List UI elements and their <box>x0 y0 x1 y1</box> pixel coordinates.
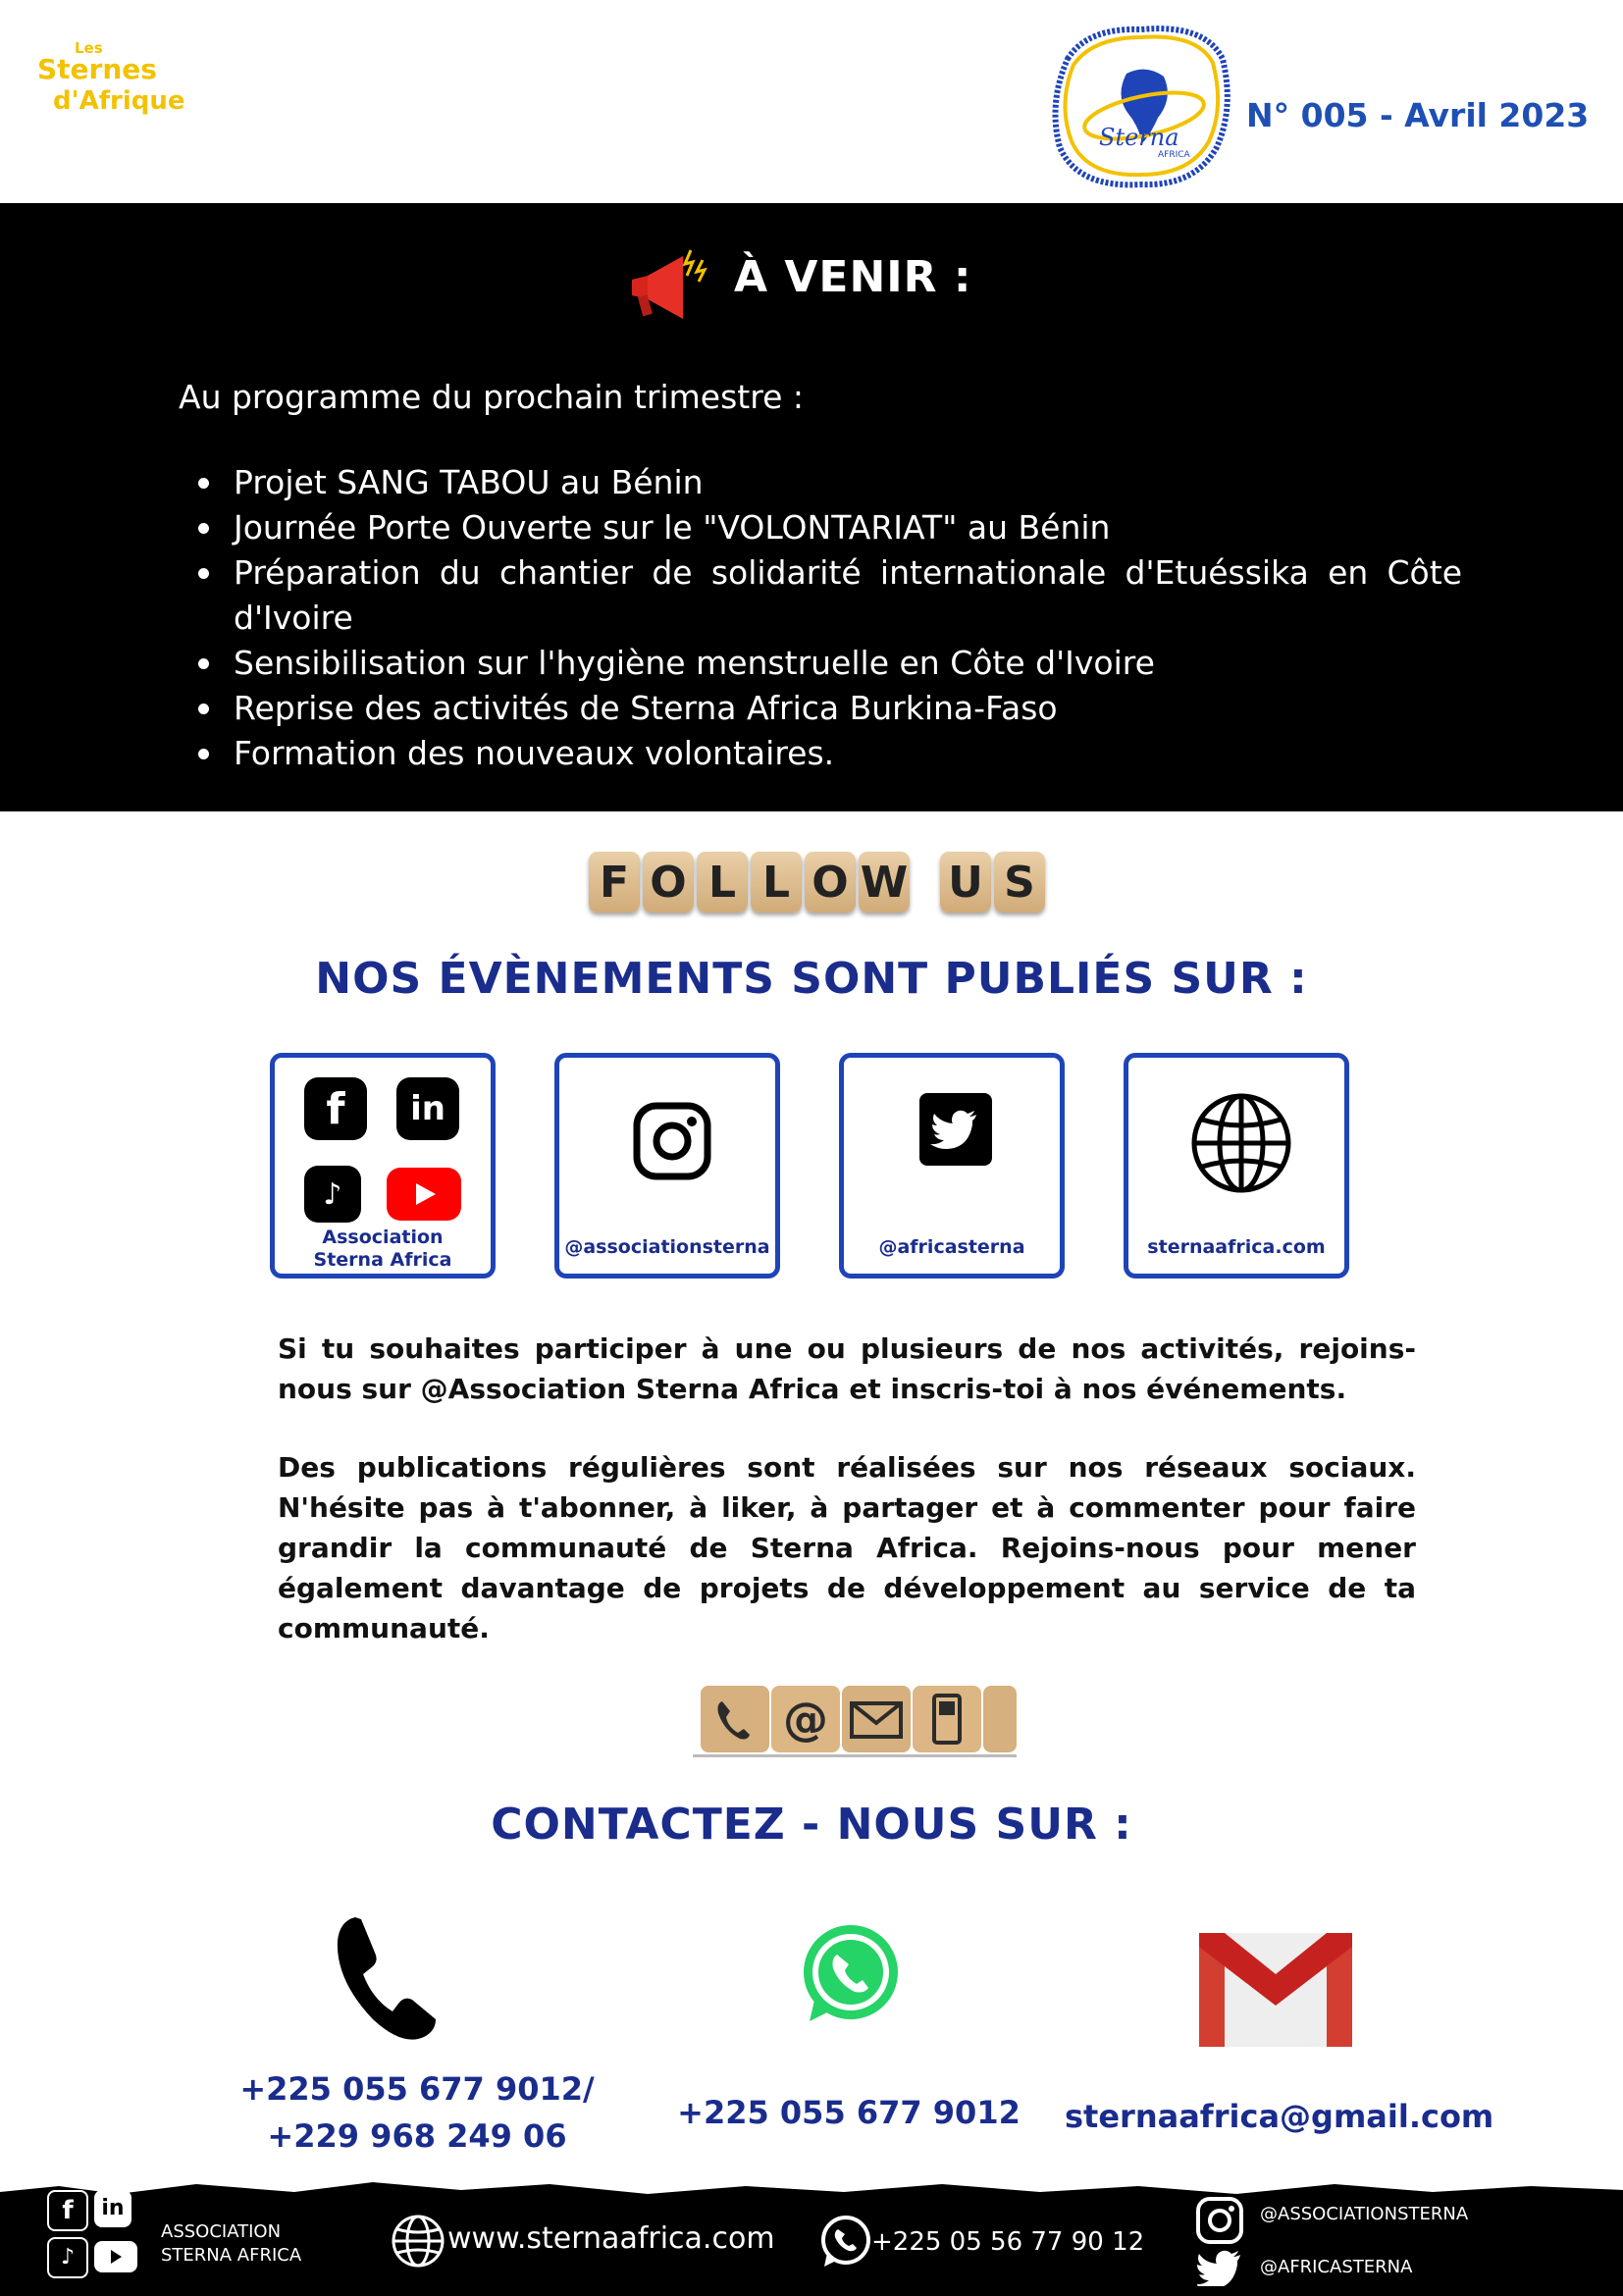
tiktok-icon[interactable]: ♪ <box>304 1166 361 1223</box>
paragraph-publications: Des publications régulières sont réalisé… <box>278 1451 1416 1644</box>
list-item: Reprise des activités de Sterna Africa B… <box>179 686 1462 731</box>
upcoming-section: À VENIR : Au programme du prochain trime… <box>0 203 1623 811</box>
footer-instagram-icon <box>1195 2196 1244 2249</box>
footer-twitter-icon <box>1195 2249 1242 2290</box>
follow-us-blocks: F O L L O W U S <box>589 852 1048 916</box>
list-item: Sensibilisation sur l'hygiène menstruell… <box>179 641 1462 686</box>
letter-tile: F <box>589 852 640 913</box>
social-card-networks[interactable]: f in ♪ Association Sterna Africa <box>270 1053 496 1278</box>
card-caption[interactable]: sternaafrica.com <box>1128 1236 1344 1258</box>
footer-facebook-icon[interactable]: f <box>47 2190 88 2231</box>
footer-org-line2: STERNA AFRICA <box>161 2245 302 2266</box>
footer-globe-icon <box>391 2214 445 2272</box>
letter-tile: O <box>805 852 856 913</box>
social-card-website[interactable]: sternaafrica.com <box>1124 1053 1349 1278</box>
footer-website[interactable]: www.sternaafrica.com <box>447 2221 775 2256</box>
upcoming-title: À VENIR : <box>734 252 972 302</box>
letter-tile: O <box>643 852 694 913</box>
social-card-instagram[interactable]: @associationsterna <box>554 1053 780 1278</box>
brand-logo-line2: Sternes <box>37 53 157 85</box>
program-list: Projet SANG TABOU au Bénin Journée Porte… <box>179 460 1462 776</box>
letter-tile: S <box>994 852 1045 913</box>
paragraph-join: Si tu souhaites participer à une ou plus… <box>278 1332 1416 1405</box>
phone-icon <box>334 1911 442 2048</box>
footer: f in ♪ ASSOCIATION STERNA AFRICA www.ste… <box>0 2178 1623 2296</box>
contact-blocks-image: @ <box>693 1684 1017 1758</box>
emblem-subtext: AFRICA <box>1158 150 1191 160</box>
gmail-icon <box>1199 1933 1352 2051</box>
emblem-text: Sterna <box>1099 124 1179 151</box>
list-item: Projet SANG TABOU au Bénin <box>179 460 1462 505</box>
footer-tiktok-icon[interactable]: ♪ <box>47 2237 88 2278</box>
card-caption[interactable]: @africasterna <box>844 1236 1060 1258</box>
footer-whatsapp[interactable]: +225 05 56 77 90 12 <box>871 2227 1144 2257</box>
svg-text:@: @ <box>783 1693 828 1746</box>
list-item: Journée Porte Ouverte sur le "VOLONTARIA… <box>179 505 1462 550</box>
issue-number: N° 005 - Avril 2023 <box>1246 96 1590 134</box>
instagram-icon[interactable] <box>633 1102 711 1184</box>
footer-twitter[interactable]: @AFRICASTERNA <box>1260 2257 1412 2277</box>
letter-tile: W <box>859 852 910 913</box>
card-caption: Sterna Africa <box>313 1249 452 1271</box>
program-intro: Au programme du prochain trimestre : <box>179 378 804 416</box>
whatsapp-icon <box>800 1923 902 2029</box>
brand-logo-line3: d'Afrique <box>53 86 185 116</box>
megaphone-icon <box>624 242 712 321</box>
globe-icon[interactable] <box>1190 1092 1292 1198</box>
footer-whatsapp-icon <box>818 2214 873 2272</box>
footer-linkedin-icon[interactable]: in <box>94 2190 131 2227</box>
letter-tile: L <box>697 852 748 913</box>
footer-youtube-icon[interactable] <box>94 2241 137 2272</box>
whatsapp-number[interactable]: +225 055 677 9012 <box>653 2094 1045 2131</box>
brand-logo: Les Sternes d'Afrique <box>29 39 185 128</box>
letter-tile: U <box>940 852 991 913</box>
social-card-twitter[interactable]: @africasterna <box>839 1053 1065 1278</box>
events-heading: NOS ÉVÈNEMENTS SONT PUBLIÉS SUR : <box>315 954 1308 1004</box>
footer-org-line1: ASSOCIATION <box>161 2221 282 2242</box>
sterna-africa-emblem: Sterna AFRICA <box>1048 20 1234 191</box>
linkedin-icon[interactable]: in <box>396 1077 459 1140</box>
contact-heading: CONTACTEZ - NOUS SUR : <box>491 1800 1132 1850</box>
email-address[interactable]: sternaafrica@gmail.com <box>1065 2098 1493 2135</box>
phone-number-1[interactable]: +225 055 677 9012/ <box>236 2070 599 2108</box>
list-item: Préparation du chantier de solidarité in… <box>179 550 1462 641</box>
youtube-icon[interactable] <box>387 1168 461 1221</box>
twitter-icon[interactable] <box>919 1093 992 1166</box>
footer-instagram[interactable]: @ASSOCIATIONSTERNA <box>1260 2204 1468 2224</box>
list-item: Formation des nouveaux volontaires. <box>179 731 1462 776</box>
letter-tile: L <box>751 852 802 913</box>
card-caption: Association <box>322 1226 444 1248</box>
card-caption[interactable]: @associationsterna <box>559 1236 775 1258</box>
phone-number-2[interactable]: +229 968 249 06 <box>236 2117 599 2155</box>
facebook-icon[interactable]: f <box>304 1077 367 1140</box>
